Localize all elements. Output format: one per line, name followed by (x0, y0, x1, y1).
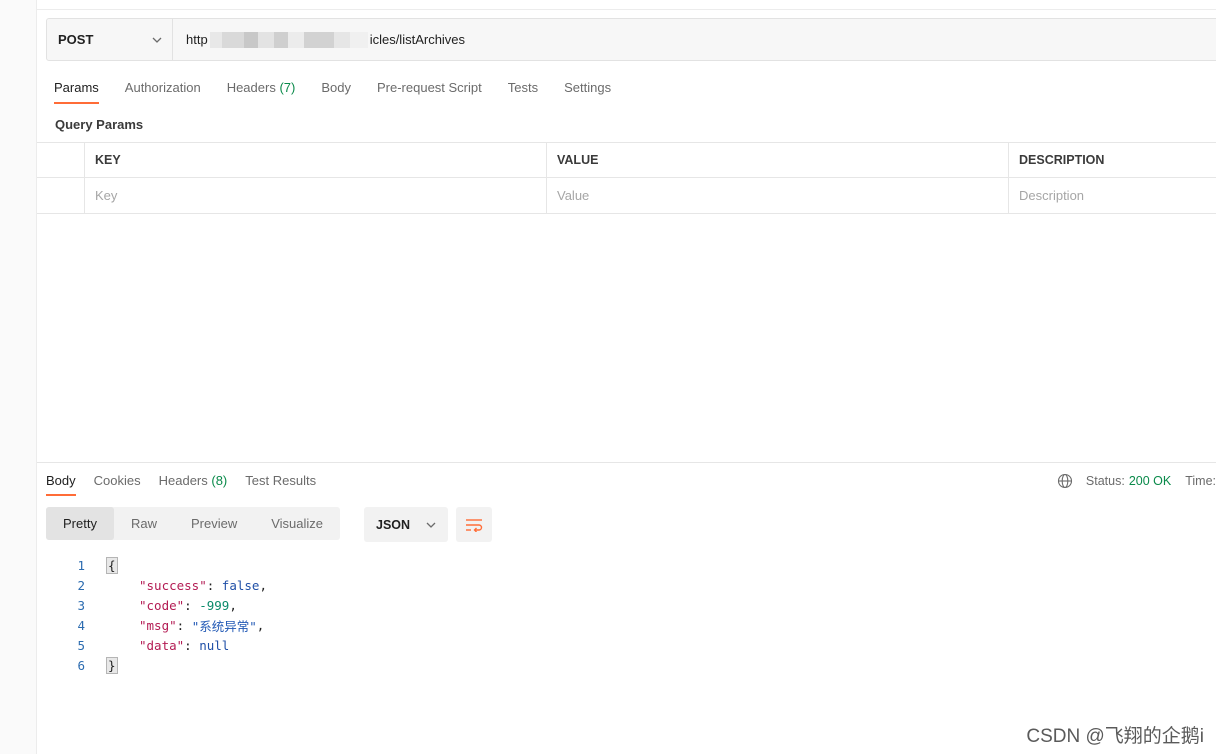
tab-headers[interactable]: Headers (7) (219, 80, 304, 106)
url-suffix: icles/listArchives (369, 32, 466, 47)
json-value: false (221, 577, 260, 593)
tab-label: Tests (507, 80, 539, 95)
response-status-bar: Status: 200 OK Time: (1057, 473, 1216, 489)
row-checkbox-cell (37, 178, 85, 213)
headers-count: (7) (279, 80, 296, 95)
json-value: -999 (199, 597, 230, 613)
response-headers-count: (8) (211, 473, 228, 488)
view-visualize-button[interactable]: Visualize (254, 507, 340, 540)
line-number: 6 (77, 657, 85, 673)
tab-label: Body (46, 473, 76, 488)
key-input[interactable]: Key (85, 178, 547, 213)
line-number: 4 (77, 617, 85, 633)
comma: , (256, 617, 265, 633)
tab-label: Headers (226, 80, 276, 95)
response-tab-headers[interactable]: Headers (8) (150, 473, 237, 497)
response-panel: Body Cookies Headers (8) Test Results St… (37, 462, 1216, 755)
tab-label: Body (321, 80, 351, 95)
tab-label: Authorization (124, 80, 201, 95)
top-tab-strip (37, 0, 1216, 10)
column-header-description: DESCRIPTION (1019, 153, 1105, 167)
tab-label: Settings (564, 80, 612, 95)
tab-label: Params (54, 80, 99, 95)
format-select[interactable]: JSON (364, 507, 448, 542)
url-prefix: http (186, 32, 208, 47)
tab-label: Cookies (93, 473, 141, 488)
url-input[interactable]: http icles/listArchives (173, 19, 465, 60)
tab-pre-request-script[interactable]: Pre-request Script (369, 80, 490, 106)
chevron-down-icon (426, 522, 436, 528)
json-key: "msg" (139, 617, 177, 633)
colon: : (184, 597, 200, 613)
colon: : (206, 577, 222, 593)
table-header-row: KEY VALUE DESCRIPTION (37, 142, 1216, 178)
query-params-title: Query Params (55, 117, 144, 132)
view-preview-button[interactable]: Preview (174, 507, 254, 540)
comma: , (229, 597, 237, 613)
time-label: Time: (1185, 474, 1216, 488)
method-select[interactable]: POST (47, 19, 173, 60)
json-key: "success" (139, 577, 207, 593)
wrap-lines-button[interactable] (456, 507, 492, 542)
code-line: 2 "success": false, (67, 575, 267, 595)
json-value: "系统异常" (191, 618, 257, 634)
response-tab-test-results[interactable]: Test Results (236, 473, 325, 497)
wrap-lines-icon (466, 518, 483, 532)
tab-tests[interactable]: Tests (500, 80, 546, 106)
colon: : (184, 637, 200, 653)
status-label: Status: (1085, 474, 1125, 488)
format-label: JSON (376, 517, 411, 532)
code-line: 4 "msg": "系统异常", (67, 615, 267, 635)
json-key: "code" (139, 597, 185, 613)
response-tab-cookies[interactable]: Cookies (85, 473, 150, 497)
method-label: POST (58, 32, 94, 47)
redacted-url-segment (209, 31, 368, 48)
view-mode-switch: Pretty Raw Preview Visualize (46, 507, 341, 540)
json-value: null (199, 637, 230, 653)
code-line: 5 "data": null (67, 635, 267, 655)
close-brace: } (106, 656, 118, 674)
left-sidebar-gutter (0, 0, 37, 754)
response-body-code[interactable]: 1 { 2 "success": false, 3 "code": -999, … (67, 555, 267, 675)
globe-icon[interactable] (1057, 473, 1073, 489)
line-number: 2 (77, 577, 85, 593)
response-tab-body[interactable]: Body (37, 473, 85, 497)
json-key: "data" (139, 637, 185, 653)
column-header-value: VALUE (547, 143, 1009, 177)
watermark: CSDN @飞翔的企鹅i (1026, 726, 1204, 747)
response-tabs: Body Cookies Headers (8) Test Results (37, 473, 325, 497)
column-header-key: KEY (85, 143, 547, 177)
tab-settings[interactable]: Settings (556, 80, 619, 106)
line-number: 5 (77, 637, 85, 653)
code-line: 1 { (67, 555, 267, 575)
url-bar: POST http icles/listArchives (46, 18, 1216, 61)
status-badge[interactable]: 200 OK (1129, 474, 1171, 488)
comma: , (259, 577, 267, 593)
checkbox-column-header (37, 143, 85, 177)
tab-label: Headers (158, 473, 208, 488)
tab-label: Test Results (245, 473, 317, 488)
view-pretty-button[interactable]: Pretty (46, 507, 114, 540)
value-input[interactable]: Value (547, 178, 1009, 213)
code-line: 6 } (67, 655, 267, 675)
query-params-table: KEY VALUE DESCRIPTION Key Value Descript… (37, 142, 1216, 214)
request-tabs: Params Authorization Headers (7) Body Pr… (46, 80, 629, 106)
line-number: 1 (77, 557, 85, 573)
colon: : (176, 617, 192, 633)
view-raw-button[interactable]: Raw (114, 507, 174, 540)
code-line: 3 "code": -999, (67, 595, 267, 615)
tab-authorization[interactable]: Authorization (117, 80, 209, 106)
tab-body[interactable]: Body (313, 80, 359, 106)
tab-label: Pre-request Script (376, 80, 482, 95)
tab-params[interactable]: Params (46, 80, 107, 106)
open-brace: { (106, 556, 118, 574)
line-number: 3 (77, 597, 85, 613)
description-input[interactable]: Description (1009, 178, 1216, 213)
table-row: Key Value Description (37, 178, 1216, 214)
chevron-down-icon (152, 37, 162, 43)
